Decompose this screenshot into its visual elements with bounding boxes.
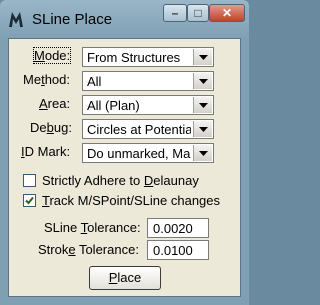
track-changes-checkbox[interactable]	[23, 194, 36, 207]
mode-label: Mode:	[32, 47, 72, 64]
sline-tolerance-label: SLine Tolerance:	[44, 220, 141, 235]
strict-delaunay-label: Strictly Adhere to Delaunay	[42, 173, 199, 188]
stroke-tolerance-input[interactable]: 0.0100	[147, 240, 209, 260]
chevron-down-icon[interactable]	[193, 121, 212, 137]
id-mark-select[interactable]: Do unmarked, Ma	[82, 143, 214, 163]
maximize-icon: □	[194, 6, 202, 20]
strict-delaunay-option[interactable]: Strictly Adhere to Delaunay	[23, 173, 199, 188]
bentley-m-icon	[9, 12, 23, 27]
area-select[interactable]: All (Plan)	[82, 95, 214, 115]
close-icon: ✕	[221, 6, 233, 20]
mode-value: From Structures	[87, 50, 181, 65]
area-label: Area:	[39, 96, 71, 111]
mode-select[interactable]: From Structures	[82, 47, 214, 67]
place-button[interactable]: Place	[89, 266, 161, 290]
debug-value: Circles at Potentia	[87, 122, 191, 137]
sline-place-window: SLine Place – □ ✕ Mode: From Structures …	[0, 0, 249, 305]
strict-delaunay-checkbox[interactable]	[23, 174, 36, 187]
id-mark-label: ID Mark:	[21, 144, 71, 159]
sline-tolerance-input[interactable]: 0.0020	[147, 218, 209, 238]
chevron-down-icon[interactable]	[193, 145, 212, 161]
track-changes-option[interactable]: Track M/SPoint/SLine changes	[23, 193, 220, 208]
title-bar[interactable]: SLine Place – □ ✕	[0, 0, 249, 38]
minimize-button[interactable]: –	[163, 4, 187, 22]
debug-select[interactable]: Circles at Potentia	[82, 119, 214, 139]
id-mark-value: Do unmarked, Ma	[87, 146, 191, 161]
area-value: All (Plan)	[87, 98, 140, 113]
chevron-down-icon[interactable]	[193, 73, 212, 89]
method-label: Method:	[23, 72, 70, 87]
method-value: All	[87, 74, 102, 89]
chevron-down-icon[interactable]	[193, 49, 212, 65]
method-select[interactable]: All	[82, 71, 214, 91]
checkmark-icon	[25, 196, 34, 205]
debug-label: Debug:	[30, 120, 72, 135]
window-title: SLine Place	[32, 11, 113, 28]
maximize-button[interactable]: □	[187, 4, 209, 22]
chevron-down-icon[interactable]	[193, 97, 212, 113]
minimize-icon: –	[171, 6, 179, 20]
track-changes-label: Track M/SPoint/SLine changes	[42, 193, 221, 208]
dialog-body: Mode: From Structures Method: All Area: …	[8, 38, 241, 297]
close-button[interactable]: ✕	[209, 4, 245, 22]
stroke-tolerance-label: Stroke Tolerance:	[38, 242, 139, 257]
